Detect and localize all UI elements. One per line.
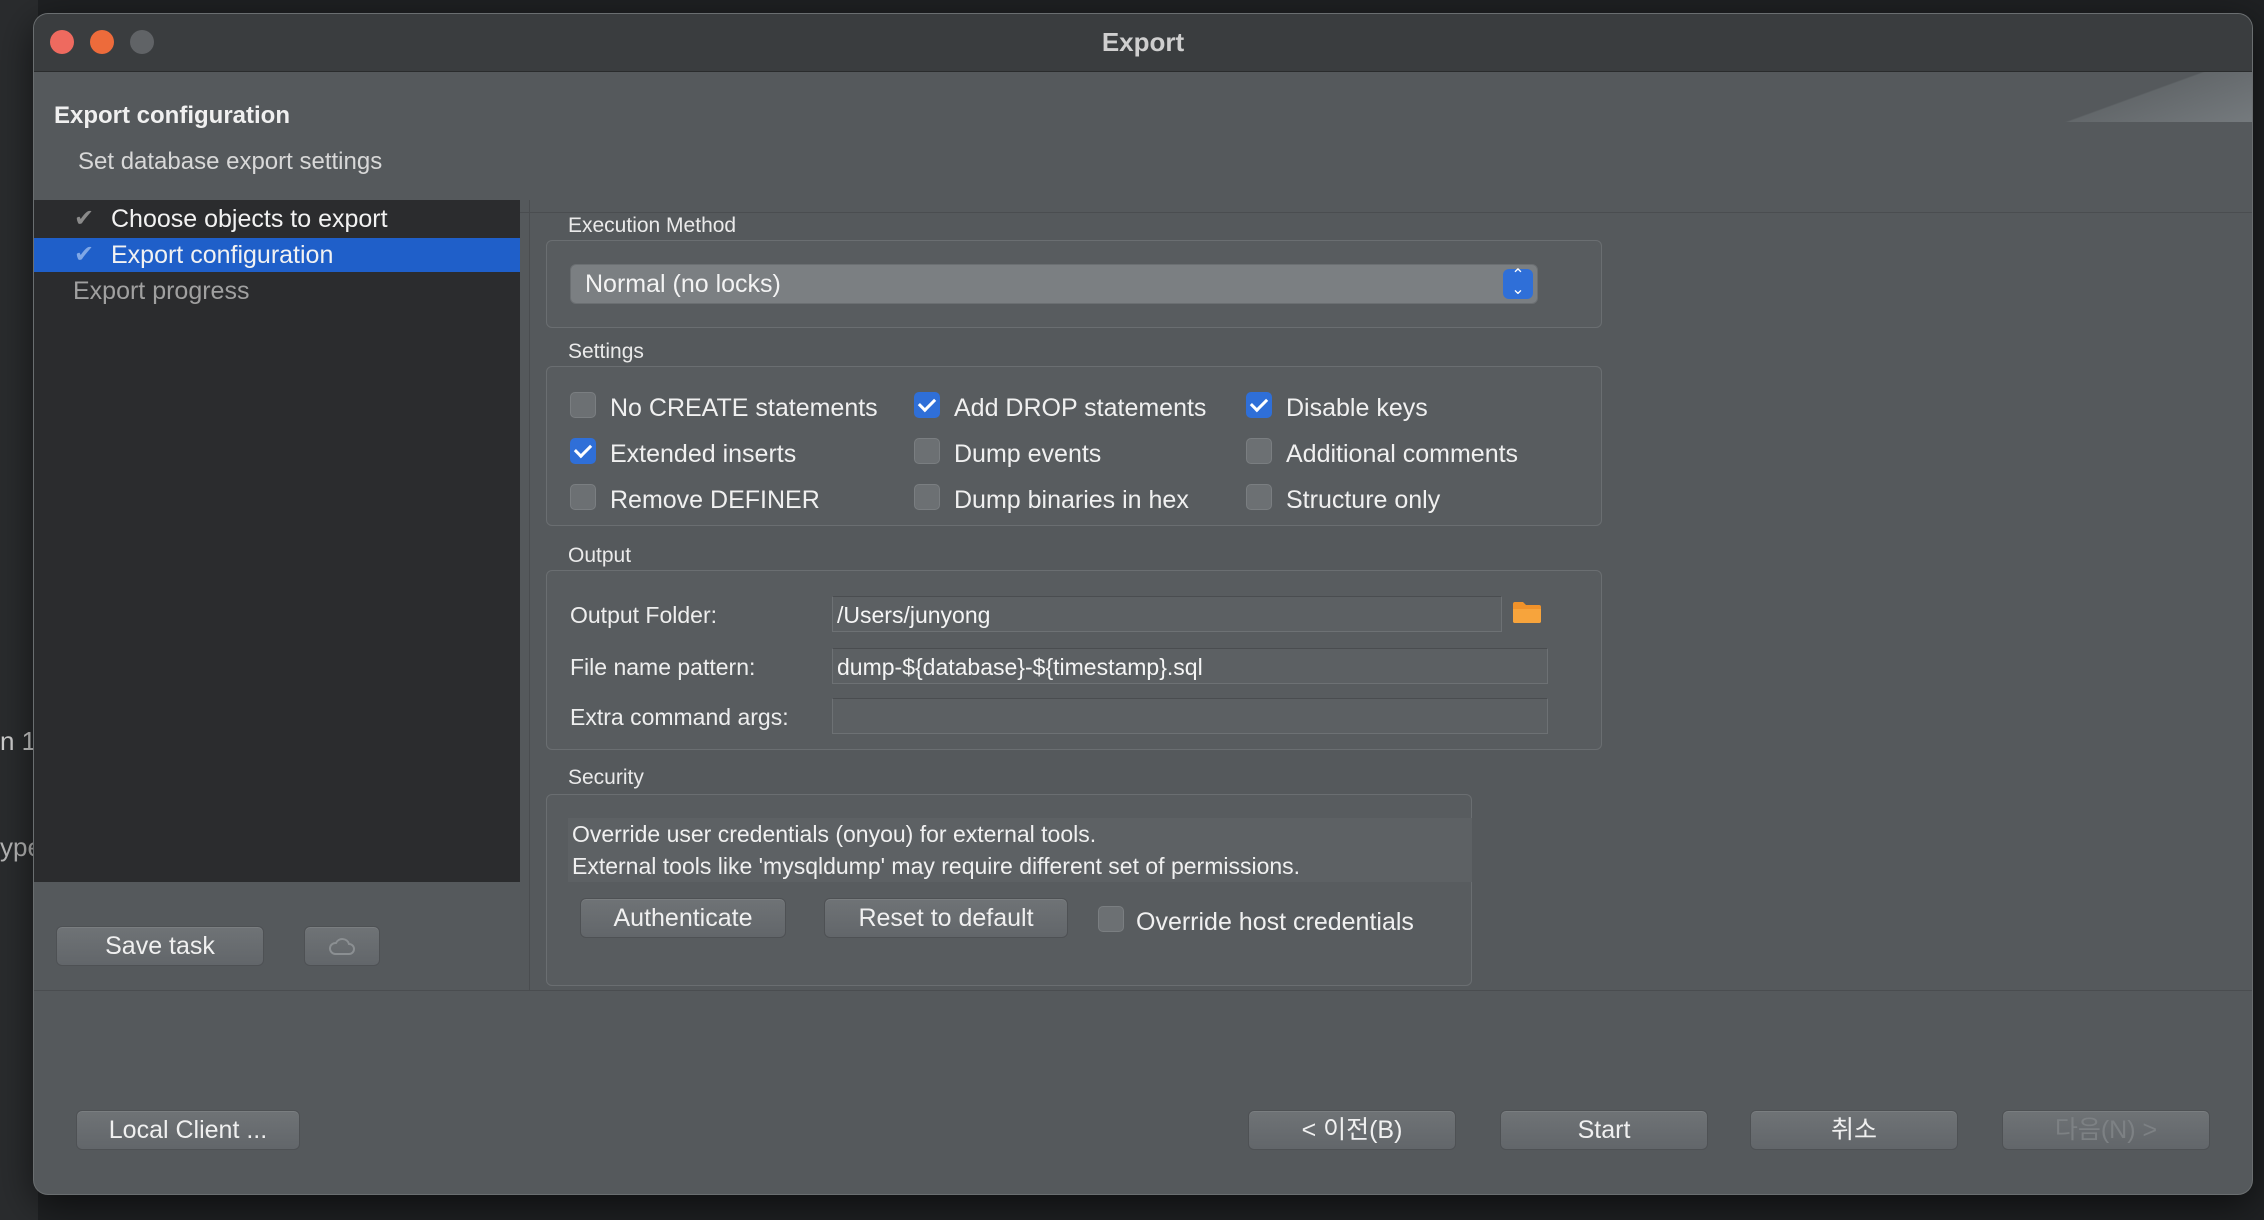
header-banner-graphic — [1972, 72, 2252, 122]
remove-definer-checkbox[interactable] — [570, 484, 596, 510]
file-name-pattern-input[interactable]: dump-${database}-${timestamp}.sql — [832, 648, 1548, 684]
output-folder-input[interactable]: /Users/junyong — [832, 596, 1502, 632]
extended-inserts-label: Extended inserts — [610, 440, 797, 468]
local-client-button[interactable]: Local Client ... — [76, 1110, 300, 1150]
dump-events-label: Dump events — [954, 440, 1102, 468]
dump-binaries-hex-label: Dump binaries in hex — [954, 486, 1189, 514]
execution-method-label: Execution Method — [568, 214, 737, 237]
cancel-button[interactable]: 취소 — [1750, 1110, 1958, 1150]
next-button[interactable]: 다음(N) > — [2002, 1110, 2210, 1150]
no-create-statements-label: No CREATE statements — [610, 394, 878, 422]
wizard-steps-panel: ✔ Choose objects to export ✔ Export conf… — [34, 200, 520, 882]
dump-events-checkbox[interactable] — [914, 438, 940, 464]
no-create-statements-checkbox[interactable] — [570, 392, 596, 418]
structure-only-label: Structure only — [1286, 486, 1441, 514]
close-window-button[interactable] — [50, 30, 74, 54]
checkmark-icon: ✔ — [74, 205, 95, 232]
output-label: Output — [568, 544, 632, 567]
minimize-window-button[interactable] — [90, 30, 114, 54]
extra-command-args-input[interactable] — [832, 698, 1548, 734]
wizard-header: Export configuration Set database export… — [34, 72, 2252, 213]
previous-button[interactable]: < 이전(B) — [1248, 1110, 1456, 1150]
wizard-step-label: Export progress — [73, 277, 250, 305]
wizard-step-label: Choose objects to export — [111, 205, 388, 233]
add-drop-statements-label: Add DROP statements — [954, 394, 1207, 422]
authenticate-button[interactable]: Authenticate — [580, 898, 786, 938]
export-dialog: Export Export configuration Set database… — [34, 14, 2252, 1194]
checkmark-icon: ✔ — [74, 241, 95, 268]
folder-icon[interactable] — [1512, 600, 1542, 624]
disable-keys-label: Disable keys — [1286, 394, 1428, 422]
dump-binaries-hex-checkbox[interactable] — [914, 484, 940, 510]
additional-comments-checkbox[interactable] — [1246, 438, 1272, 464]
extended-inserts-checkbox[interactable] — [570, 438, 596, 464]
select-arrows-icon: ⌃ ⌄ — [1503, 268, 1533, 299]
output-folder-label: Output Folder: — [570, 602, 718, 628]
security-description-line: Override user credentials (onyou) for ex… — [572, 821, 1097, 847]
page-subtitle: Set database export settings — [78, 148, 383, 175]
security-description: Override user credentials (onyou) for ex… — [568, 818, 1472, 882]
execution-method-value: Normal (no locks) — [585, 270, 781, 298]
panel-divider — [529, 200, 530, 990]
page-title: Export configuration — [54, 102, 290, 129]
add-drop-statements-checkbox[interactable] — [914, 392, 940, 418]
wizard-step-choose-objects[interactable]: ✔ Choose objects to export — [34, 202, 520, 236]
execution-method-select[interactable]: Normal (no locks) ⌃ ⌄ — [570, 264, 1538, 304]
wizard-step-export-progress[interactable]: Export progress — [34, 274, 520, 308]
remove-definer-label: Remove DEFINER — [610, 486, 820, 514]
wizard-step-export-configuration[interactable]: ✔ Export configuration — [34, 238, 520, 272]
settings-label: Settings — [568, 340, 644, 363]
window-title: Export — [1101, 27, 1185, 57]
disable-keys-checkbox[interactable] — [1246, 392, 1272, 418]
reset-to-default-button[interactable]: Reset to default — [824, 898, 1068, 938]
cloud-icon — [329, 938, 355, 955]
security-label: Security — [568, 766, 644, 789]
title-bar: Export — [34, 14, 2252, 72]
start-button[interactable]: Start — [1500, 1110, 1708, 1150]
task-options-button[interactable] — [304, 926, 380, 966]
background-app-strip — [0, 0, 38, 1220]
file-name-pattern-label: File name pattern: — [570, 654, 756, 680]
additional-comments-label: Additional comments — [1286, 440, 1519, 468]
security-description-line: External tools like 'mysqldump' may requ… — [572, 853, 1301, 879]
structure-only-checkbox[interactable] — [1246, 484, 1272, 510]
background-text-fragment: n 1 — [0, 726, 37, 756]
override-host-credentials-checkbox[interactable] — [1098, 906, 1124, 932]
footer-divider — [34, 990, 2252, 991]
override-host-credentials-label: Override host credentials — [1136, 908, 1414, 936]
wizard-step-label: Export configuration — [111, 241, 334, 269]
extra-command-args-label: Extra command args: — [570, 704, 789, 730]
zoom-window-button[interactable] — [130, 30, 154, 54]
save-task-button[interactable]: Save task — [56, 926, 264, 966]
